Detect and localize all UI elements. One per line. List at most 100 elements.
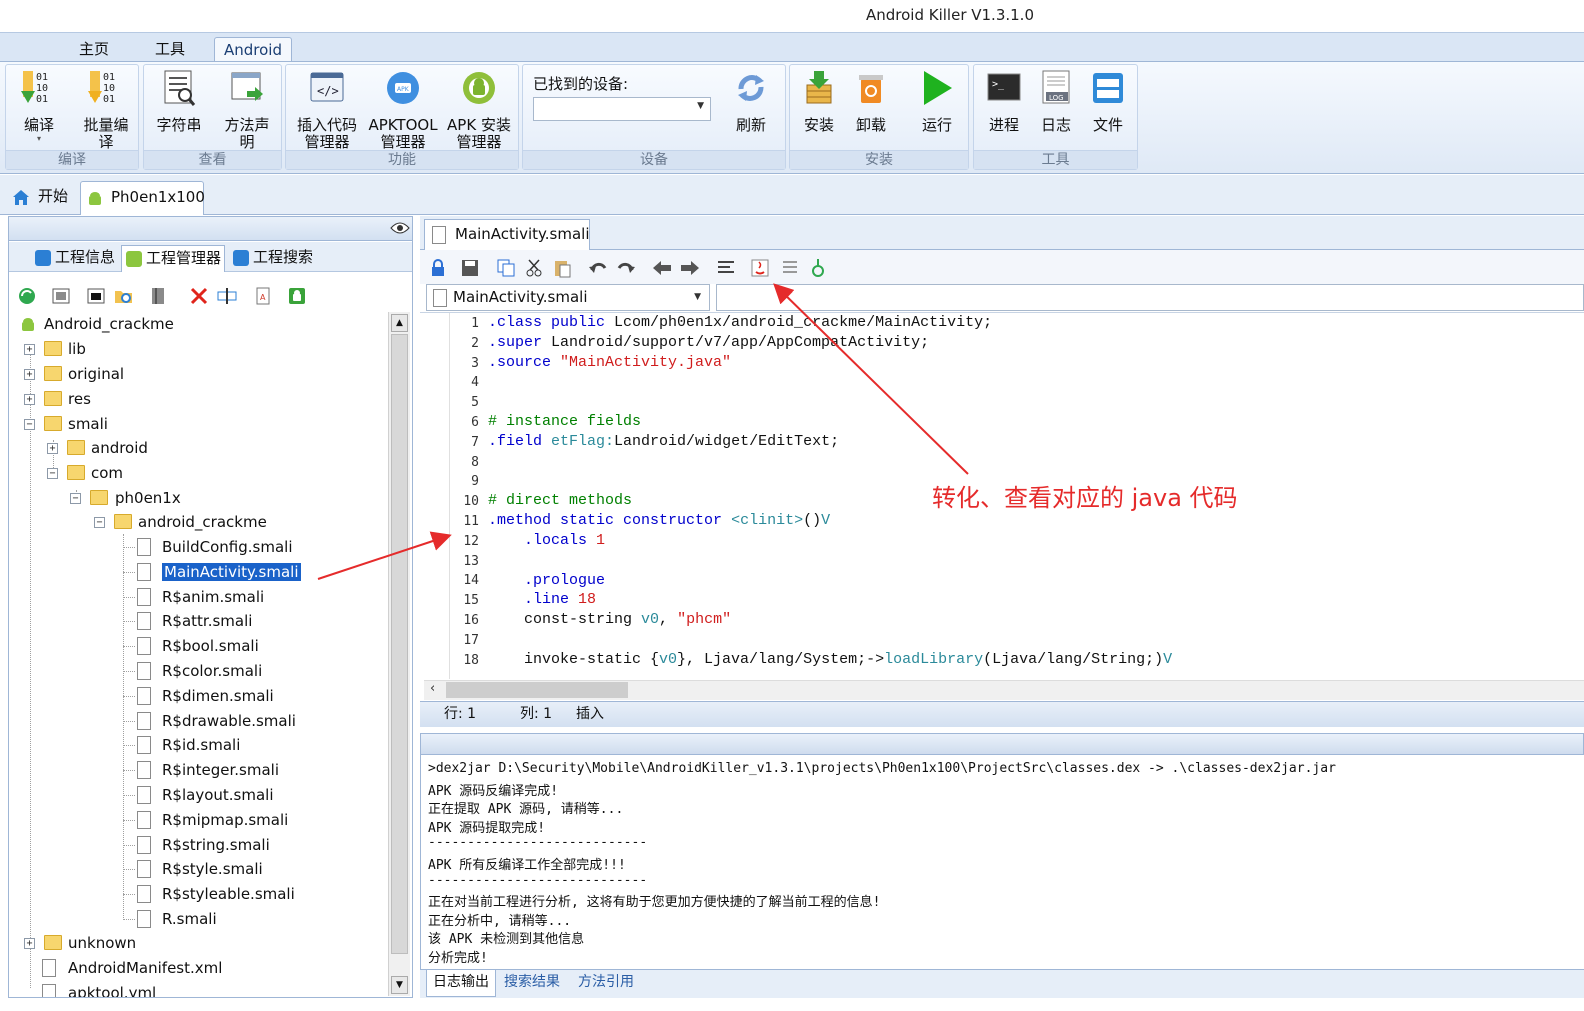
copy-icon[interactable] [496, 258, 516, 278]
save-icon[interactable] [460, 258, 480, 278]
paste-icon[interactable] [552, 258, 572, 278]
format-icon[interactable] [716, 258, 736, 278]
tree-item-smali[interactable]: − smali [24, 412, 108, 436]
ribbon-tab-tools[interactable]: 工具 [146, 37, 194, 63]
delete-icon[interactable] [189, 286, 209, 306]
scroll-up-icon[interactable]: ▲ [391, 314, 408, 332]
collapse-icon[interactable]: − [70, 493, 81, 504]
tab-project[interactable]: Ph0en1x100 [80, 181, 205, 215]
tree-item-file[interactable]: R$style.smali [123, 857, 263, 881]
uninstall-button[interactable]: 卸载 [846, 69, 896, 134]
scroll-thumb[interactable] [391, 334, 408, 954]
tree-item-lib[interactable]: + lib [24, 337, 86, 361]
text-file-icon[interactable]: A [253, 286, 273, 306]
collapse-icon[interactable]: − [24, 419, 35, 430]
tree-item-file[interactable]: R$attr.smali [123, 609, 252, 633]
collapse-icon[interactable]: − [94, 517, 105, 528]
tree-scrollbar[interactable]: ▲ ▼ [388, 312, 410, 996]
tree-item-original[interactable]: + original [24, 362, 124, 386]
file-select[interactable]: MainActivity.smali ▼ [426, 284, 710, 311]
expand-icon[interactable]: + [24, 344, 35, 355]
image-icon[interactable] [51, 286, 71, 306]
file-icon [137, 662, 151, 680]
rename-icon[interactable] [217, 286, 237, 306]
cut-icon[interactable] [524, 258, 544, 278]
back-arrow-icon[interactable] [652, 258, 672, 278]
process-button[interactable]: >_ 进程 [978, 69, 1030, 134]
chevron-down-icon: ▾ [36, 134, 41, 143]
tab-start[interactable]: 开始 [8, 181, 80, 215]
android-icon[interactable] [287, 286, 307, 306]
align-icon[interactable] [780, 258, 800, 278]
expand-icon[interactable]: + [47, 443, 58, 454]
tab-project-info[interactable]: 工程信息 [31, 245, 119, 272]
java-file-icon [433, 289, 447, 307]
hscroll-thumb[interactable] [446, 682, 628, 698]
tab-project-search[interactable]: 工程搜索 [229, 245, 321, 272]
tree-item-file[interactable]: R.smali [123, 907, 217, 931]
java-convert-icon[interactable] [750, 258, 770, 278]
expand-icon[interactable]: + [24, 938, 35, 949]
tree-item-android[interactable]: + android [47, 436, 148, 460]
expand-icon[interactable]: + [24, 394, 35, 405]
collapse-icon[interactable]: − [47, 468, 58, 479]
batch-compile-button[interactable]: 01 10 01 批量编 译 [76, 69, 136, 151]
tree-item-ph0en1x[interactable]: − ph0en1x [70, 486, 181, 510]
refresh-icon[interactable] [17, 286, 37, 306]
undo-icon[interactable] [588, 258, 608, 278]
tree-item-file[interactable]: R$layout.smali [123, 783, 274, 807]
tree-item-file[interactable]: R$styleable.smali [123, 882, 295, 906]
tree-item-unknown[interactable]: + unknown [24, 931, 136, 955]
book-icon[interactable] [149, 286, 169, 306]
tree-item-file[interactable]: MainActivity.smali [123, 560, 301, 584]
tree-item-file[interactable]: R$integer.smali [123, 758, 279, 782]
tab-method-refs[interactable]: 方法引用 [578, 970, 642, 997]
tree-item-file[interactable]: R$dimen.smali [123, 684, 274, 708]
redo-icon[interactable] [616, 258, 636, 278]
window-icon[interactable] [86, 286, 106, 306]
scroll-down-icon[interactable]: ▼ [391, 976, 408, 994]
ribbon-tab-android[interactable]: Android [214, 37, 292, 63]
tree-item-res[interactable]: + res [24, 387, 91, 411]
scroll-left-icon[interactable]: ‹ [430, 681, 435, 696]
expand-icon[interactable]: + [24, 369, 35, 380]
ribbon-tab-home[interactable]: 主页 [70, 37, 118, 63]
compile-button[interactable]: 01 10 01 编译 ▾ [10, 69, 68, 143]
tree-item-file[interactable]: R$color.smali [123, 659, 262, 683]
folder-search-icon[interactable] [114, 286, 134, 306]
refresh-button[interactable]: 刷新 [723, 69, 779, 134]
strings-button[interactable]: 字符串 [148, 69, 210, 134]
insert-code-manager-button[interactable]: </> 插入代码 管理器 [290, 69, 364, 151]
lock-icon[interactable] [428, 258, 448, 278]
jump-icon[interactable] [808, 258, 828, 278]
output-line: 正在对当前工程进行分析, 这将有助于您更加方便快捷的了解当前工程的信息! [428, 895, 881, 911]
file-button[interactable]: 文件 [1082, 69, 1134, 134]
output-line: APK 源码反编译完成! [428, 783, 559, 799]
device-select[interactable]: ▼ [533, 97, 711, 121]
tree-item-manifest[interactable]: AndroidManifest.xml [42, 956, 222, 980]
forward-arrow-icon[interactable] [680, 258, 700, 278]
install-button[interactable]: 安装 [794, 69, 844, 134]
method-decl-button[interactable]: 方法声 明 [216, 69, 278, 151]
log-button[interactable]: LOG 日志 [1030, 69, 1082, 134]
tree-item-com[interactable]: − com [47, 461, 123, 485]
editor-tab-mainactivity[interactable]: MainActivity.smali [424, 219, 590, 250]
tab-project-manager[interactable]: 工程管理器 [121, 245, 225, 272]
tree-item-file[interactable]: R$anim.smali [123, 585, 264, 609]
tree-item-project[interactable]: Android_crackme [20, 312, 174, 336]
tab-log-output[interactable]: 日志输出 [426, 970, 496, 997]
tab-search-results[interactable]: 搜索结果 [504, 970, 568, 997]
tree-item-file[interactable]: R$drawable.smali [123, 709, 296, 733]
tree-item-android-crackme[interactable]: − android_crackme [94, 510, 267, 534]
method-select[interactable] [716, 284, 1584, 311]
tree-item-file[interactable]: R$bool.smali [123, 634, 259, 658]
eye-icon[interactable] [390, 221, 410, 235]
apktool-manager-button[interactable]: APK APKTOOL 管理器 [366, 69, 440, 151]
tree-item-file[interactable]: BuildConfig.smali [123, 535, 293, 559]
run-button[interactable]: 运行 [912, 69, 962, 134]
tree-item-file[interactable]: R$mipmap.smali [123, 808, 288, 832]
tree-item-apktool-yml[interactable]: apktool.yml [42, 981, 156, 997]
tree-item-file[interactable]: R$id.smali [123, 733, 240, 757]
tree-item-file[interactable]: R$string.smali [123, 833, 270, 857]
apk-install-manager-button[interactable]: APK 安装 管理器 [442, 69, 516, 151]
